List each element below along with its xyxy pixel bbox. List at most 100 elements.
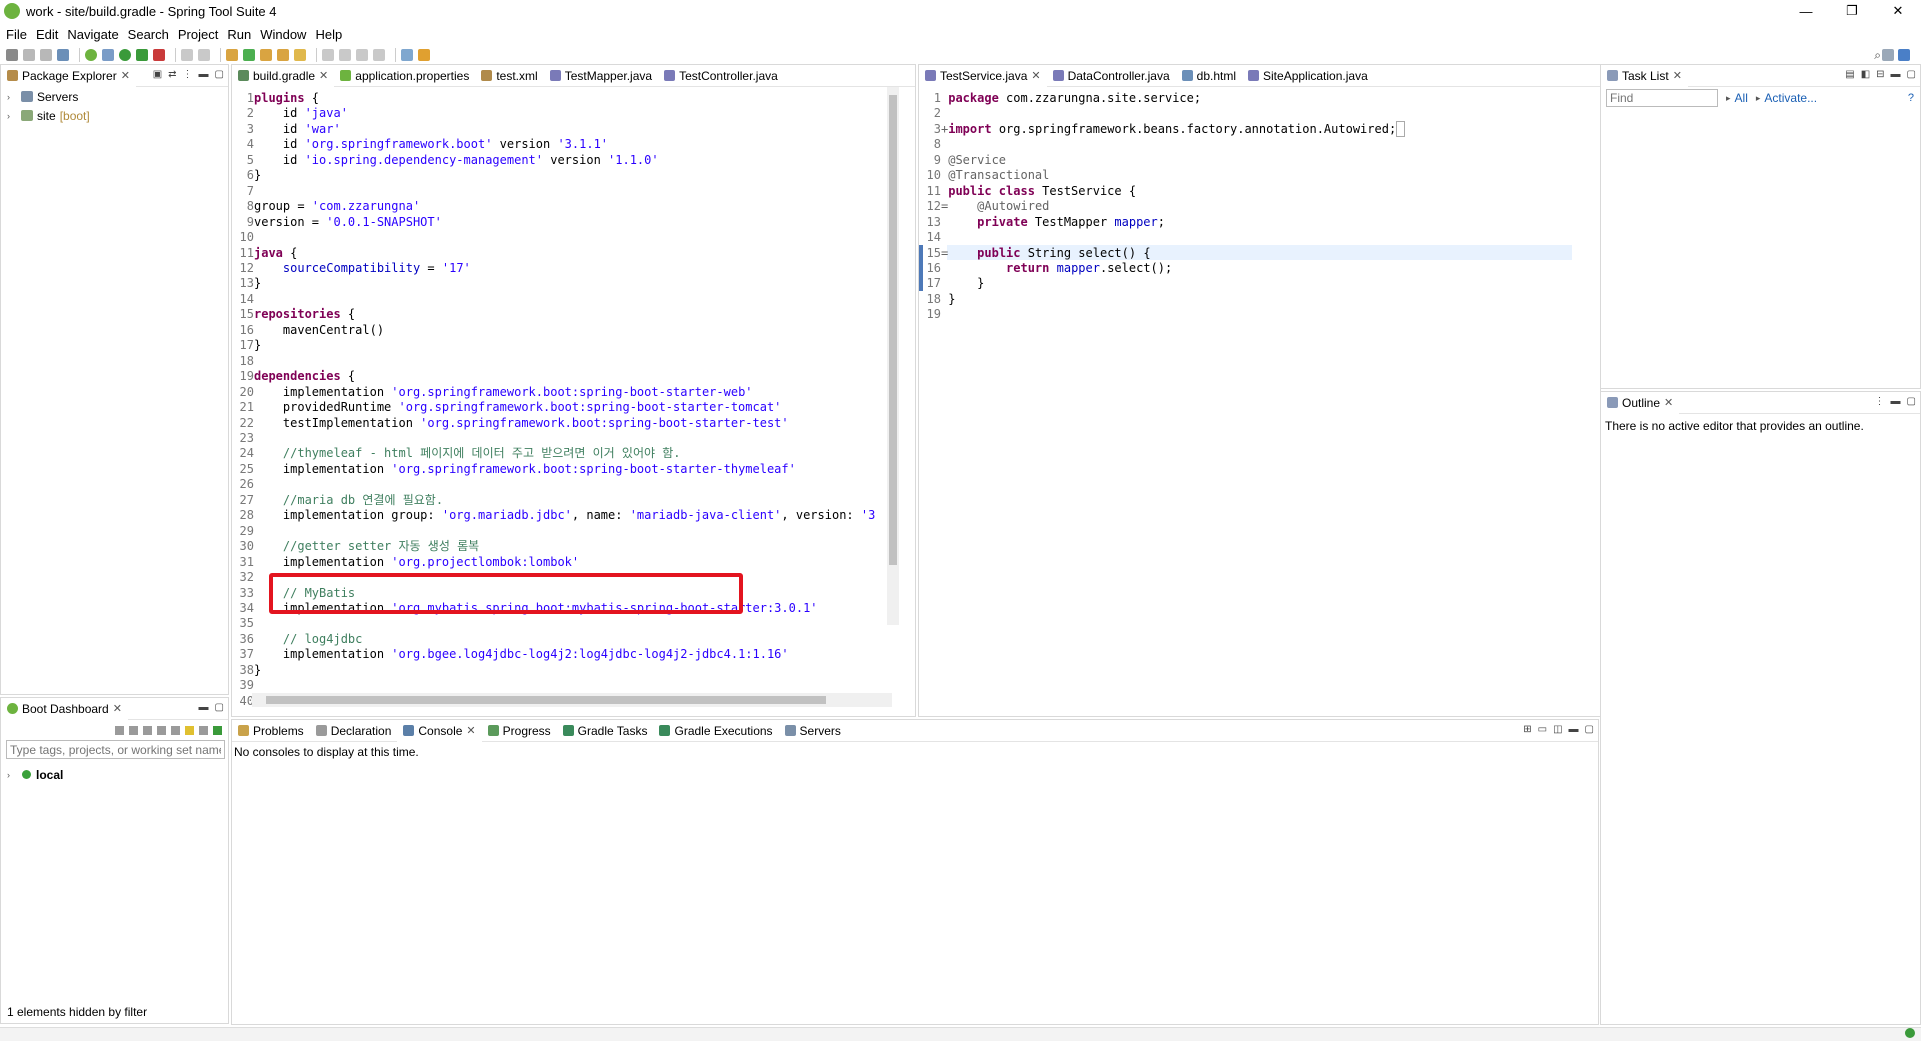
stop-icon[interactable] [143,725,152,735]
new-class-icon[interactable] [243,49,255,61]
tab-db-html[interactable]: db.html [1176,65,1242,87]
tab-progress[interactable]: Progress [482,720,557,742]
tab-boot-dashboard[interactable]: Boot Dashboard ✕ [1,697,128,720]
maximize-icon[interactable]: ▢ [215,702,224,713]
external-tools-icon[interactable] [153,49,165,61]
vertical-scrollbar[interactable] [887,87,899,625]
tab-gradle-executions[interactable]: Gradle Executions [653,720,778,742]
tree-item-local[interactable]: › local [1,765,228,784]
tab-outline[interactable]: Outline ✕ [1601,391,1680,414]
collapse-all-icon[interactable]: ▣ [153,69,162,80]
chevron-right-icon[interactable]: › [7,92,17,102]
chevron-right-icon[interactable]: › [7,111,17,121]
start-icon[interactable] [115,725,124,735]
run-icon[interactable] [119,49,131,61]
close-icon[interactable]: ✕ [1031,69,1040,82]
save-all-icon[interactable] [40,49,52,61]
save-icon[interactable] [23,49,35,61]
open-type-icon[interactable] [226,49,238,61]
tab-test-xml[interactable]: test.xml [475,65,543,87]
view-menu-icon[interactable]: ⋮ [1875,396,1885,407]
menu-file[interactable]: File [6,27,27,42]
chevron-right-icon[interactable]: › [7,770,17,780]
filter-icon[interactable] [199,725,208,735]
minimize-icon[interactable]: ▬ [1569,724,1579,735]
tab-testservice-java[interactable]: TestService.java ✕ [919,64,1047,87]
terminal-icon[interactable] [57,49,69,61]
horizontal-scrollbar[interactable] [252,693,892,707]
tab-gradle-tasks[interactable]: Gradle Tasks [557,720,654,742]
focus-icon[interactable]: ◧ [1861,69,1870,80]
menu-window[interactable]: Window [260,27,306,42]
pin-editor-icon[interactable] [401,49,413,61]
open-console-icon[interactable]: ◫ [1553,724,1562,735]
minimize-icon[interactable]: ▬ [1891,69,1901,80]
menu-run[interactable]: Run [227,27,251,42]
gradle-code[interactable]: 1plugins { 2 id 'java' 3 id 'war' 4 id '… [236,91,876,709]
pen-icon[interactable] [294,49,306,61]
stop-icon[interactable] [181,49,193,61]
forward-icon[interactable] [373,49,385,61]
open-browser-icon[interactable] [171,725,180,735]
tab-problems[interactable]: Problems [232,720,310,742]
close-icon[interactable]: ✕ [466,724,475,737]
maximize-icon[interactable]: ▢ [1907,396,1916,407]
all-link[interactable]: All [1735,91,1748,105]
menu-help[interactable]: Help [315,27,342,42]
scroll-thumb[interactable] [266,696,826,704]
close-button[interactable]: ✕ [1875,0,1921,22]
search-tool-icon[interactable] [277,49,289,61]
coverage-icon[interactable] [136,49,148,61]
menu-navigate[interactable]: Navigate [67,27,118,42]
next-annotation-icon[interactable] [322,49,334,61]
new-task-icon[interactable]: ▤ [1845,69,1854,80]
view-menu-icon[interactable]: ⋮ [183,69,193,80]
pin-console-icon[interactable]: ⊞ [1523,724,1531,735]
scroll-thumb[interactable] [889,95,897,565]
menu-search[interactable]: Search [128,27,169,42]
menu-project[interactable]: Project [178,27,218,42]
tab-testmapper-java[interactable]: TestMapper.java [544,65,658,87]
maximize-button[interactable]: ❐ [1829,0,1875,22]
minimize-icon[interactable]: ▬ [1891,396,1901,407]
minimize-icon[interactable]: ▬ [199,69,209,80]
close-icon[interactable]: ✕ [319,69,328,82]
menu-edit[interactable]: Edit [36,27,58,42]
open-perspective-icon[interactable] [1882,49,1894,61]
tab-build-gradle[interactable]: build.gradle ✕ [232,64,335,87]
maximize-icon[interactable]: ▢ [1907,69,1916,80]
disconnect-icon[interactable] [198,49,210,61]
boot-filter-input[interactable] [6,740,225,759]
maximize-icon[interactable]: ▢ [215,69,224,80]
link-editor-icon[interactable]: ⇄ [168,69,176,80]
tab-task-list[interactable]: Task List ✕ [1601,64,1688,87]
open-task-icon[interactable] [260,49,272,61]
back-icon[interactable] [356,49,368,61]
close-icon[interactable]: ✕ [113,702,122,715]
vertical-scrollbar[interactable] [1572,87,1584,625]
debug-icon[interactable] [157,725,166,735]
close-icon[interactable]: ✕ [1664,396,1673,409]
collapse-icon[interactable]: ⊟ [1876,69,1884,80]
tree-item-site[interactable]: › site [boot] [1,106,228,125]
tree-item-servers[interactable]: › Servers [1,87,228,106]
search-icon[interactable]: ⌕ [1874,48,1881,63]
boot-icon[interactable] [85,49,97,61]
tab-testcontroller-java[interactable]: TestController.java [658,65,784,87]
add-icon[interactable] [213,725,222,735]
tab-datacontroller-java[interactable]: DataController.java [1047,65,1176,87]
close-icon[interactable]: ✕ [1673,69,1682,82]
lightbulb-icon[interactable] [185,725,194,735]
horizontal-scrollbar[interactable] [947,693,1567,707]
minimize-icon[interactable]: ▬ [199,702,209,713]
java-code[interactable]: 1 package com.zzarungna.site.service; 2 … [923,91,1406,323]
minimize-button[interactable]: — [1783,0,1829,22]
help-icon[interactable]: ? [1908,92,1914,104]
prev-annotation-icon[interactable] [339,49,351,61]
maximize-icon[interactable]: ▢ [1585,724,1594,735]
tab-application-properties[interactable]: application.properties [334,65,475,87]
tab-servers[interactable]: Servers [779,720,847,742]
close-icon[interactable]: ✕ [121,69,130,82]
java-perspective-icon[interactable] [1898,49,1910,61]
activate-link[interactable]: Activate... [1764,91,1817,105]
